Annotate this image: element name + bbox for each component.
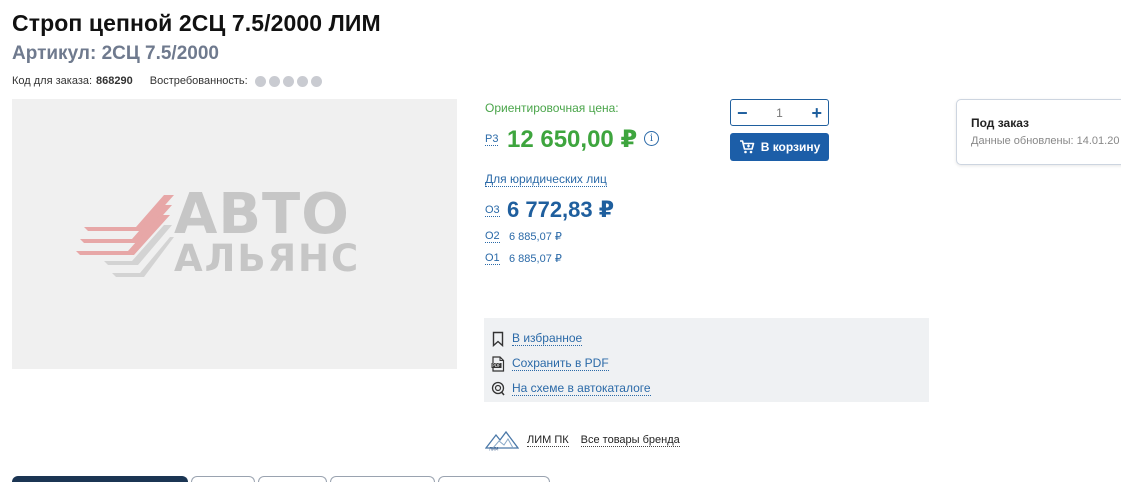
svg-text:ЛИМ: ЛИМ	[489, 447, 499, 452]
price-code-o2[interactable]: О2	[485, 230, 500, 243]
add-to-cart-label: В корзину	[760, 140, 821, 154]
tab[interactable]	[330, 476, 435, 482]
legal-entities-link[interactable]: Для юридических лиц	[485, 172, 607, 187]
increase-quantity-button[interactable]: +	[811, 104, 822, 122]
quantity-stepper[interactable]: − 1 +	[730, 99, 829, 126]
quantity-input[interactable]: 1	[776, 106, 783, 120]
demand-dot	[282, 75, 294, 87]
retail-price: 12 650,00 ₽	[507, 126, 638, 153]
demand-dot	[268, 75, 280, 87]
logo-text-avto: АВТО	[174, 182, 350, 247]
product-tabs	[12, 476, 550, 482]
data-updated-text: Данные обновлены: 14.01.20	[971, 135, 1120, 147]
all-brand-goods-link[interactable]: Все товары бренда	[580, 434, 680, 447]
save-pdf-label: Сохранить в PDF	[512, 355, 609, 371]
product-title: Строп цепной 2СЦ 7.5/2000 ЛИМ	[12, 10, 381, 36]
brand-logo-icon	[76, 195, 174, 277]
price-code-o1[interactable]: О1	[485, 252, 500, 265]
cart-icon	[739, 140, 754, 154]
availability-card: Под заказ Данные обновлены: 14.01.20	[956, 99, 1121, 165]
pdf-icon: PDF	[491, 355, 505, 372]
order-code-value: 868290	[96, 75, 133, 87]
tab-active[interactable]	[12, 476, 188, 482]
demand-label: Востребованность:	[149, 75, 248, 87]
product-article: Артикул: 2СЦ 7.5/2000	[12, 43, 219, 64]
tab[interactable]	[258, 476, 327, 482]
price-code-p3[interactable]: Р3	[485, 133, 499, 146]
wholesale-price-o2: 6 885,07 ₽	[509, 231, 562, 243]
catalog-scheme-label: На схеме в автокаталоге	[512, 380, 651, 396]
logo-text-alyans: АЛЬЯНС	[174, 237, 361, 280]
brand-row: ЛИМ ЛИМ ПК Все товары бренда	[485, 429, 680, 451]
brand-logo-icon[interactable]: ЛИМ	[485, 429, 519, 451]
demand-dot	[310, 75, 322, 87]
decrease-quantity-button[interactable]: −	[737, 104, 748, 122]
add-to-favorites-label: В избранное	[512, 330, 583, 346]
tab[interactable]	[191, 476, 255, 482]
demand-dot	[296, 75, 308, 87]
svg-text:PDF: PDF	[492, 363, 501, 368]
product-actions-panel: В избранное PDF Сохранить в PDF На схеме…	[484, 318, 929, 402]
order-code-label: Код для заказа:	[12, 75, 93, 87]
brand-name-link[interactable]: ЛИМ ПК	[527, 434, 569, 447]
info-icon[interactable]: i	[644, 131, 659, 146]
scheme-icon	[491, 381, 505, 395]
product-meta: Код для заказа: 868290 Востребованность:	[12, 75, 322, 87]
save-pdf-action[interactable]: PDF Сохранить в PDF	[491, 351, 929, 376]
price-code-o3[interactable]: О3	[485, 204, 500, 217]
estimated-price-label: Ориентировочная цена:	[485, 101, 619, 115]
availability-status: Под заказ	[971, 116, 1030, 130]
wholesale-price-o1: 6 885,07 ₽	[509, 253, 562, 265]
bookmark-icon	[492, 331, 504, 347]
add-to-cart-button[interactable]: В корзину	[730, 133, 829, 161]
demand-rating	[254, 75, 322, 87]
demand-dot	[254, 75, 266, 87]
wholesale-price-o3: 6 772,83 ₽	[507, 197, 615, 222]
catalog-scheme-action[interactable]: На схеме в автокаталоге	[491, 376, 929, 401]
product-image[interactable]: АВТО АЛЬЯНС	[12, 99, 457, 369]
tab[interactable]	[438, 476, 550, 482]
add-to-favorites-action[interactable]: В избранное	[491, 326, 929, 351]
